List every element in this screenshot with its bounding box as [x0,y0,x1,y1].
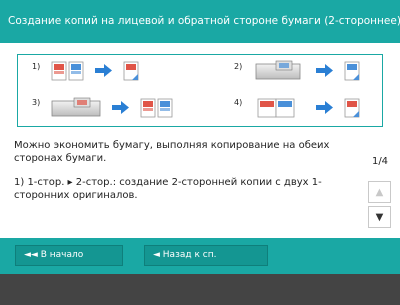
triangle-up-icon: ▲ [375,186,384,198]
mode-4-number: 4) [234,98,242,107]
scroll-up-button[interactable]: ▲ [368,181,391,203]
scanner-icon [255,60,301,80]
page-title: Создание копий на лицевой и обратной сто… [0,0,400,43]
mode-1-diagram: 1) [32,61,139,81]
arrow-right-icon [95,64,112,77]
footer: ◄◄ В начало ◄ Назад к сп. [0,238,400,305]
home-button[interactable]: ◄◄ В начало [15,245,123,266]
mode-2-diagram: 2) [234,60,360,81]
footer-nav-bar: ◄◄ В начало ◄ Назад к сп. [0,238,400,274]
arrow-right-icon [316,101,333,114]
footer-bottom-strip [0,274,400,305]
scanner-icon [51,97,101,117]
page-blue-icon [68,61,84,81]
mode-3-number: 3) [32,98,40,107]
mode-1-explanation: 1) 1-стор. ▸ 2-стор.: создание 2-сторонн… [14,177,322,201]
page-indicator: 1/4 [371,156,389,167]
page-blue-icon [157,98,173,118]
book-icon [257,98,295,118]
duplex-page-icon [344,61,360,81]
mode-2-number: 2) [234,62,242,71]
description-text: Можно экономить бумагу, выполняя копиров… [14,140,330,164]
description-area: Можно экономить бумагу, выполняя копиров… [14,139,352,213]
page-red-icon [51,61,67,81]
triangle-down-icon: ▼ [375,211,384,223]
arrow-right-icon [316,64,333,77]
duplex-page-icon [344,98,360,118]
page-red-icon [140,98,156,118]
mode-1-number: 1) [32,62,40,71]
arrow-right-icon [112,101,129,114]
scroll-down-button[interactable]: ▼ [368,206,391,228]
duplex-modes-diagram: 1) 2) 3) 4) [17,54,383,127]
mode-3-diagram: 3) [32,97,173,118]
duplex-page-icon [123,61,139,81]
back-to-list-button[interactable]: ◄ Назад к сп. [144,245,268,266]
mode-4-diagram: 4) [234,98,360,118]
